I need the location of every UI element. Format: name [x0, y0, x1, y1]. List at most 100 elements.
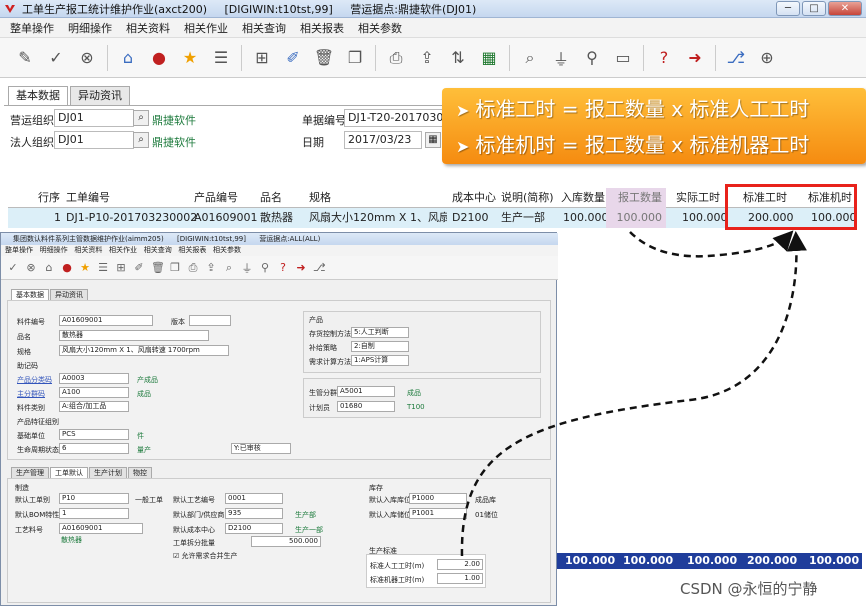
- route-field[interactable]: A01609001: [59, 523, 143, 534]
- date-field[interactable]: 2017/03/23: [344, 131, 422, 149]
- delete-icon[interactable]: 🗑: [151, 261, 165, 274]
- col-header-stock-qty[interactable]: 入库数量: [561, 188, 605, 208]
- tab-wo-default[interactable]: 工单默认: [50, 467, 88, 478]
- list-icon[interactable]: ☰: [210, 47, 232, 69]
- loc-field[interactable]: P1001: [409, 508, 467, 519]
- main-group-field[interactable]: A100: [59, 387, 129, 398]
- confirm-icon[interactable]: ✓: [45, 47, 67, 69]
- print-icon[interactable]: ⎙: [187, 261, 199, 275]
- maximize-button[interactable]: □: [802, 1, 826, 16]
- machine-field[interactable]: 1.00: [437, 573, 483, 584]
- doc-field[interactable]: DJ1-T20-201703000: [344, 109, 444, 127]
- allow-merge-checkbox[interactable]: ☑ 允许需求合并生产: [173, 551, 238, 561]
- favorite-icon[interactable]: ★: [179, 47, 201, 69]
- menu-item-operations[interactable]: 相关作业: [184, 20, 228, 36]
- category-link[interactable]: 产品分类码: [17, 375, 52, 385]
- legal-field[interactable]: DJ01: [54, 131, 134, 149]
- exit-icon[interactable]: ➜: [684, 47, 706, 69]
- excel-icon[interactable]: ▦: [478, 47, 500, 69]
- filter-icon[interactable]: ⏚: [241, 260, 253, 276]
- search-icon[interactable]: ⌕: [223, 261, 235, 275]
- category-field[interactable]: A0003: [59, 373, 129, 384]
- favorite-icon[interactable]: ★: [79, 261, 91, 274]
- tab-production-mgmt[interactable]: 生产管理: [11, 467, 49, 478]
- inventory-select[interactable]: 5:人工判断: [351, 327, 409, 338]
- attach-icon[interactable]: ⎇: [725, 47, 747, 69]
- requirement-select[interactable]: 1:APS计算: [351, 355, 409, 366]
- delete-icon[interactable]: 🗑: [313, 47, 335, 69]
- menu-item-params[interactable]: 相关参数: [358, 20, 402, 36]
- col-header-product[interactable]: 产品编号: [194, 188, 238, 208]
- copy-icon[interactable]: ❐: [169, 261, 181, 274]
- op-field[interactable]: 0001: [225, 493, 283, 504]
- modify-icon[interactable]: ✐: [282, 47, 304, 69]
- cancel-icon[interactable]: ⊗: [76, 47, 98, 69]
- help-icon[interactable]: ?: [653, 47, 675, 69]
- col-header-spec[interactable]: 规格: [309, 188, 331, 208]
- help-icon[interactable]: ?: [277, 261, 289, 274]
- edit-icon[interactable]: ✎: [14, 47, 36, 69]
- filter-icon[interactable]: ⏚: [550, 47, 572, 69]
- type-select[interactable]: A:组合/加工品: [59, 401, 129, 412]
- col-header-seq[interactable]: 行序: [38, 188, 60, 208]
- planner-field[interactable]: 01680: [337, 401, 395, 412]
- review-select[interactable]: Y:已审核: [231, 443, 291, 454]
- location-icon[interactable]: ●: [148, 47, 170, 69]
- col-header-cost-center[interactable]: 成本中心: [452, 188, 496, 208]
- menu-item-reports[interactable]: 相关报表: [300, 20, 344, 36]
- query-icon[interactable]: ⚲: [581, 47, 603, 69]
- tab-basic-data[interactable]: 基本数据: [8, 86, 68, 106]
- print-icon[interactable]: ⎙: [385, 47, 407, 69]
- item-no-field[interactable]: A01609001: [59, 315, 153, 326]
- life-field[interactable]: 6: [59, 443, 129, 454]
- export-icon[interactable]: ⇪: [205, 261, 217, 274]
- col-header-wo[interactable]: 工单编号: [66, 188, 110, 208]
- minimize-button[interactable]: ─: [776, 1, 800, 16]
- home-icon[interactable]: ⌂: [43, 261, 55, 274]
- col-header-name[interactable]: 品名: [260, 188, 282, 208]
- col-header-actual-hours[interactable]: 实际工时: [676, 188, 720, 208]
- tab-production-plan[interactable]: 生产计划: [89, 467, 127, 478]
- import-icon[interactable]: ⇅: [447, 47, 469, 69]
- spec-field[interactable]: 风扇大小120mm X 1、风扇转速 1700rpm: [59, 345, 229, 356]
- dept-field[interactable]: 935: [225, 508, 283, 519]
- replenish-select[interactable]: 2:自制: [351, 341, 409, 352]
- labor-field[interactable]: 2.00: [437, 559, 483, 570]
- exit-icon[interactable]: ➜: [295, 261, 307, 274]
- menu-item-document[interactable]: 整单操作: [10, 20, 54, 36]
- query-icon[interactable]: ⚲: [259, 261, 271, 274]
- bom-field[interactable]: 1: [59, 508, 129, 519]
- search-icon[interactable]: ⌕: [519, 47, 541, 69]
- tab-material-control[interactable]: 物控: [128, 467, 152, 478]
- tab-change-info[interactable]: 异动资讯: [70, 86, 130, 105]
- split-field[interactable]: 500.000: [251, 536, 321, 547]
- tab-basic-data[interactable]: 基本数据: [11, 289, 49, 300]
- name-field[interactable]: 散热器: [59, 330, 209, 341]
- wo-type-field[interactable]: P10: [59, 493, 129, 504]
- location-icon[interactable]: ●: [61, 261, 73, 274]
- menu-item-data[interactable]: 相关资料: [126, 20, 170, 36]
- col-header-desc[interactable]: 说明(简称): [501, 188, 554, 208]
- close-button[interactable]: ✕: [828, 1, 862, 16]
- confirm-icon[interactable]: ✓: [7, 261, 19, 274]
- menu-item-query[interactable]: 相关查询: [242, 20, 286, 36]
- export-icon[interactable]: ⇪: [416, 47, 438, 69]
- version-field[interactable]: [189, 315, 231, 326]
- main-group-link[interactable]: 主分群码: [17, 389, 45, 399]
- list-icon[interactable]: ☰: [97, 261, 109, 274]
- org-field[interactable]: DJ01: [54, 109, 134, 127]
- new-icon[interactable]: ⊞: [115, 261, 127, 274]
- wh-field[interactable]: P1000: [409, 493, 467, 504]
- unit-field[interactable]: PCS: [59, 429, 129, 440]
- cancel-icon[interactable]: ⊗: [25, 261, 37, 274]
- maximize-icon[interactable]: ▭: [612, 47, 634, 69]
- cc-field[interactable]: D2100: [225, 523, 283, 534]
- position-icon[interactable]: ⊕: [756, 47, 778, 69]
- menu-item-detail[interactable]: 明细操作: [68, 20, 112, 36]
- home-icon[interactable]: ⌂: [117, 47, 139, 69]
- attach-icon[interactable]: ⎇: [313, 261, 326, 274]
- mgr-group-field[interactable]: A5001: [337, 386, 395, 397]
- modify-icon[interactable]: ✐: [133, 261, 145, 274]
- legal-lookup-icon[interactable]: ⌕: [133, 132, 149, 148]
- new-icon[interactable]: ⊞: [251, 47, 273, 69]
